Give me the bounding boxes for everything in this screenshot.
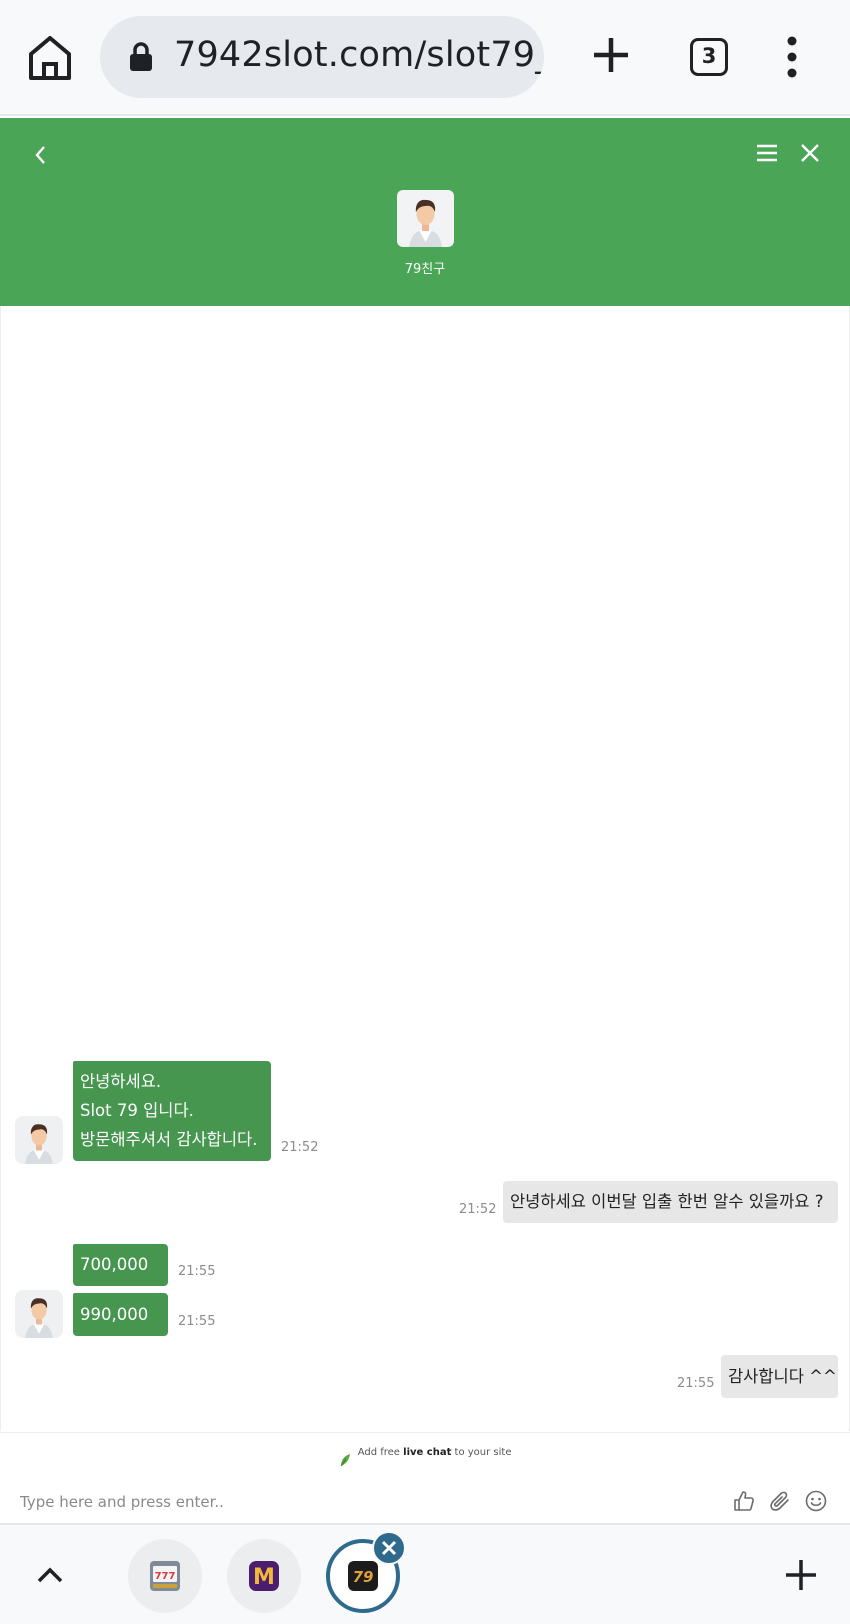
agent-message-bubble: 안녕하세요. Slot 79 입니다. 방문해주셔서 감사합니다. [73,1061,271,1161]
agent-message-bubble: 700,000 입 [73,1244,168,1316]
message-time: 21:55 [677,1376,715,1391]
close-tab-icon[interactable] [372,1531,406,1565]
chat-header: 79친구 [0,118,850,306]
tab-switcher-button[interactable]: 3 [690,38,728,76]
branding-link[interactable]: Add free live chat to your site [0,1432,850,1472]
message-input[interactable] [20,1488,700,1516]
agent-avatar [15,1116,63,1164]
m-app-label: M [253,1565,275,1590]
address-bar[interactable]: 7942slot.com/slot79_ [100,16,544,98]
slot79-label: 79 [353,1568,374,1586]
message-time: 21:52 [281,1140,319,1155]
emoji-icon[interactable] [804,1489,828,1513]
lock-icon [128,42,154,72]
message-line: 990,000 출 [80,1305,149,1367]
user-message-bubble: 감사합니다 ^^ [721,1355,838,1398]
message-line: 안녕하세요. [80,1072,162,1091]
add-tab-icon[interactable] [784,1558,818,1592]
user-message-bubble: 안녕하세요 이번달 입출 한번 알수 있을까요 ? [503,1181,838,1223]
chat-message-list[interactable]: 안녕하세요. Slot 79 입니다. 방문해주셔서 감사합니다. 21:52 … [0,306,850,1431]
browser-toolbar: 7942slot.com/slot79_ 3 [0,0,850,116]
message-line: Slot 79 입니다. [80,1101,194,1120]
tab-group-bar: 777 M 79 [0,1523,850,1624]
message-time: 21:55 [178,1314,216,1329]
thumbs-up-icon[interactable] [732,1489,756,1513]
agent-avatar [15,1290,63,1338]
menu-icon[interactable] [754,138,780,168]
close-icon[interactable] [798,138,822,168]
home-icon[interactable] [22,34,78,82]
chevron-up-icon[interactable] [34,1563,66,1587]
new-tab-icon[interactable] [588,32,634,78]
m-app-tab[interactable]: M [227,1539,301,1613]
back-arrow-icon[interactable] [28,140,54,170]
message-time: 21:52 [459,1202,497,1217]
leaf-icon [339,1445,351,1467]
url-text: 7942slot.com/slot79_ [174,35,544,75]
agent-name: 79친구 [404,262,446,277]
slot-777-label: 777 [155,1571,176,1582]
message-time: 21:55 [178,1264,216,1279]
slot-777-tab[interactable]: 777 [128,1539,202,1613]
attachment-icon[interactable] [768,1489,792,1513]
branding-bold: live chat [403,1447,452,1458]
message-line: 방문해주셔서 감사합니다. [80,1130,258,1149]
message-composer [0,1484,850,1522]
branding-prefix: Add free [357,1447,400,1458]
agent-avatar [397,190,454,247]
more-menu-icon[interactable] [780,36,804,78]
agent-message-bubble: 990,000 출 [73,1293,168,1367]
branding-suffix: to your site [454,1447,512,1458]
